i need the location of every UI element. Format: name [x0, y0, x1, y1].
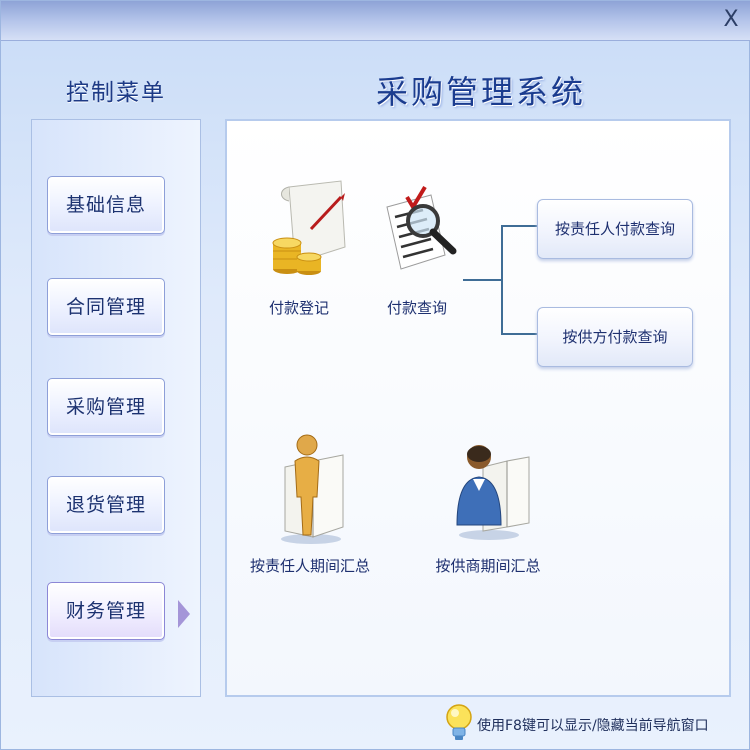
- query-by-supplier-button[interactable]: 按供方付款查询: [537, 307, 693, 367]
- sidebar-item-purchase[interactable]: 采购管理: [47, 378, 165, 436]
- connector-line: [501, 333, 537, 335]
- sidebar-item-finance[interactable]: 财务管理: [47, 582, 165, 640]
- supplier-summary-icon: [456, 445, 530, 540]
- feature-label: 付款登记: [268, 299, 329, 317]
- sidebar-item-contract[interactable]: 合同管理: [47, 278, 165, 336]
- lightbulb-icon: [446, 704, 472, 740]
- sidebar-item-basic-info[interactable]: 基础信息: [47, 176, 165, 234]
- payment-query-icon: [386, 185, 457, 270]
- connector-line: [501, 225, 503, 335]
- close-button[interactable]: X: [717, 5, 745, 35]
- main-window: X 控制菜单 采购管理系统 基础信息 合同管理 采购管理 退货管理 财务管理 付…: [0, 0, 750, 750]
- main-panel: 付款登记 付款查询 按责任人付款查询 按供方付款查询 按责任人期间汇总 按供商期…: [225, 119, 731, 697]
- title-bar: X: [1, 1, 750, 41]
- feature-label: 按供商期间汇总: [435, 557, 541, 575]
- feature-label: 按责任人期间汇总: [249, 557, 370, 575]
- sidebar: 基础信息 合同管理 采购管理 退货管理 财务管理: [31, 119, 201, 697]
- payment-register-icon: [272, 180, 346, 275]
- connector-line: [501, 225, 537, 227]
- person-summary-icon: [281, 434, 344, 544]
- menu-title: 控制菜单: [66, 80, 166, 106]
- status-hint-text: 使用F8键可以显示/隐藏当前导航窗口: [477, 718, 709, 734]
- query-by-person-button[interactable]: 按责任人付款查询: [537, 199, 693, 259]
- active-arrow-icon: [178, 600, 190, 628]
- feature-label: 付款查询: [386, 299, 447, 317]
- feature-payment-query[interactable]: 付款查询: [367, 177, 467, 318]
- feature-supplier-summary[interactable]: 按供商期间汇总: [423, 427, 553, 576]
- system-title: 采购管理系统: [375, 73, 586, 111]
- sidebar-item-returns[interactable]: 退货管理: [47, 476, 165, 534]
- status-bar: 使用F8键可以显示/隐藏当前导航窗口: [441, 701, 741, 745]
- feature-payment-register[interactable]: 付款登记: [249, 177, 349, 318]
- connector-line: [463, 279, 503, 281]
- feature-person-summary[interactable]: 按责任人期间汇总: [245, 427, 375, 576]
